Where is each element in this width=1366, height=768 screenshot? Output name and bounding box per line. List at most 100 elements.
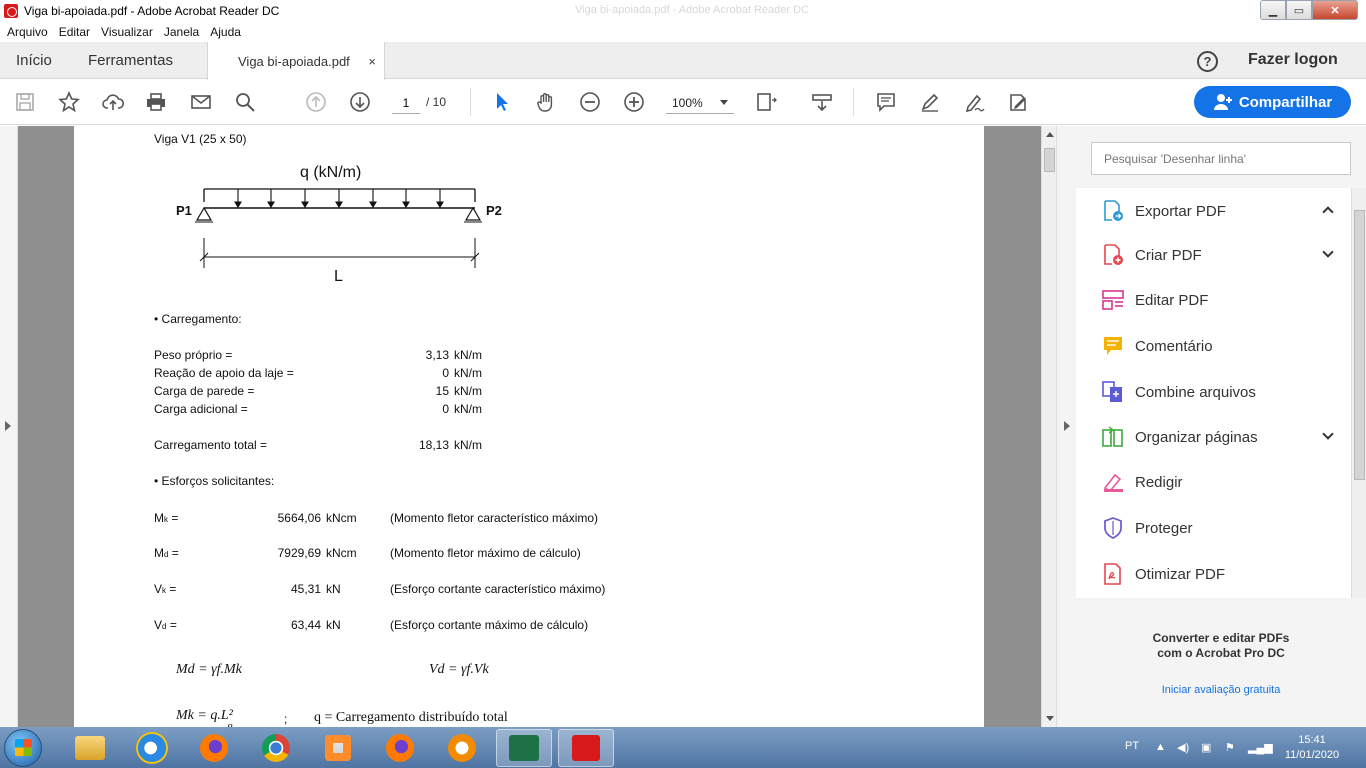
tool-label: Proteger [1135, 519, 1193, 537]
efforts-title: • Esforços solicitantes: [154, 474, 275, 488]
clock[interactable]: 15:41 11/01/2020 [1284, 733, 1340, 763]
excel-taskbar-icon[interactable] [496, 729, 552, 767]
search-zoom-icon[interactable] [233, 90, 257, 114]
minimize-button[interactable]: ▁ [1260, 0, 1286, 20]
tool-label: Organizar páginas [1135, 428, 1258, 446]
maximize-button[interactable]: ▭ [1286, 0, 1312, 20]
load-label: Carga de parede = [154, 384, 255, 398]
upload-cloud-icon[interactable] [101, 90, 125, 114]
effort-description: (Momento fletor característico máximo) [390, 511, 599, 525]
tool-edit-pdf[interactable]: Editar PDF [1102, 285, 1342, 315]
help-icon[interactable]: ? [1197, 51, 1218, 72]
edit-pdf-icon [1102, 290, 1124, 310]
menu-arquivo[interactable]: Arquivo [7, 25, 48, 39]
login-link[interactable]: Fazer logon [1248, 51, 1338, 69]
diagram-load-label: q (kN/m) [300, 164, 361, 181]
network-warning-icon[interactable]: ▣ [1201, 741, 1211, 754]
tab-document[interactable]: Viga bi-apoiada.pdf × [207, 42, 385, 80]
tool-redact[interactable]: Redigir [1102, 467, 1342, 497]
left-panel-toggle[interactable] [0, 126, 18, 727]
tool-protect[interactable]: Proteger [1102, 513, 1342, 543]
tab-home[interactable]: Início [16, 42, 52, 79]
tool-export-pdf[interactable]: Exportar PDF [1102, 196, 1342, 226]
media-player-taskbar-icon[interactable] [310, 729, 366, 767]
chrome-taskbar-icon[interactable] [248, 729, 304, 767]
sign-icon[interactable] [962, 90, 986, 114]
firefox-taskbar-icon[interactable] [186, 729, 242, 767]
chevron-up-icon[interactable] [1322, 206, 1334, 218]
avast-taskbar-icon[interactable] [434, 729, 490, 767]
load-unit: kN/m [454, 402, 482, 416]
protect-icon [1104, 517, 1122, 539]
scroll-down-icon[interactable] [1046, 716, 1054, 721]
tool-organize-pages[interactable]: Organizar páginas [1102, 422, 1342, 452]
chevron-down-icon[interactable] [1322, 246, 1334, 258]
effort-value: 63,44 [290, 618, 321, 632]
effort-value: 5664,06 [277, 511, 321, 525]
right-panel-toggle[interactable] [1056, 126, 1076, 727]
fill-sign-icon[interactable] [1006, 90, 1030, 114]
ie-taskbar-icon[interactable] [124, 729, 180, 767]
tool-label: Redigir [1135, 473, 1183, 491]
effort-unit: kN [326, 582, 341, 596]
tool-combine-files[interactable]: Combine arquivos [1102, 377, 1342, 407]
share-button[interactable]: Compartilhar [1194, 86, 1351, 118]
scrollbar-thumb[interactable] [1354, 210, 1365, 480]
menu-janela[interactable]: Janela [164, 25, 199, 39]
chevron-down-icon[interactable] [1322, 428, 1334, 440]
scroll-up-icon[interactable] [1046, 132, 1054, 137]
tab-tools[interactable]: Ferramentas [88, 42, 173, 79]
hand-tool-icon[interactable] [534, 90, 558, 114]
formula-vd: Vd = γf.Vk [429, 662, 489, 677]
zoom-in-icon[interactable] [622, 90, 646, 114]
volume-icon[interactable]: ◀) [1177, 741, 1189, 754]
save-icon[interactable] [13, 90, 37, 114]
tool-optimize-pdf[interactable]: Otimizar PDF [1102, 559, 1342, 589]
close-window-button[interactable]: ✕ [1312, 0, 1358, 20]
document-viewport[interactable]: Viga V1 (25 x 50) q (kN/m) P1 P2 L • Car… [18, 126, 1041, 727]
menu-visualizar[interactable]: Visualizar [101, 25, 153, 39]
tab-close-icon[interactable]: × [368, 54, 376, 69]
page-number-input[interactable] [392, 92, 420, 114]
tool-label: Otimizar PDF [1135, 565, 1225, 583]
menu-ajuda[interactable]: Ajuda [210, 25, 241, 39]
free-trial-link[interactable]: Iniciar avaliação gratuita [1076, 684, 1366, 696]
bookmark-star-icon[interactable] [57, 90, 81, 114]
tool-label: Comentário [1135, 337, 1213, 355]
comment-icon[interactable] [874, 90, 898, 114]
keyboard-language[interactable]: PT [1125, 740, 1139, 752]
previous-page-icon[interactable] [304, 90, 328, 114]
support-p1-label: P1 [176, 203, 192, 218]
beam-diagram: q (kN/m) P1 P2 L [176, 164, 502, 285]
select-cursor-icon[interactable] [490, 90, 514, 114]
start-button[interactable] [4, 729, 42, 767]
menu-editar[interactable]: Editar [59, 25, 90, 39]
firefox-taskbar-icon-2[interactable] [372, 729, 428, 767]
signal-bars-icon[interactable]: ▂▄▆ [1248, 741, 1273, 754]
tool-label: Criar PDF [1135, 246, 1202, 264]
tools-pane: Pesquisar 'Desenhar linha' Exportar PDF … [1076, 126, 1366, 727]
acrobat-taskbar-icon[interactable] [558, 729, 614, 767]
effort-value: 7929,69 [277, 546, 321, 560]
tools-scrollbar[interactable] [1351, 188, 1366, 598]
tool-comment[interactable]: Comentário [1102, 331, 1342, 361]
document-scrollbar[interactable] [1041, 126, 1056, 727]
email-icon[interactable] [189, 90, 213, 114]
formula-separator: ; [284, 712, 288, 726]
toolbar-divider [853, 88, 854, 116]
next-page-icon[interactable] [348, 90, 372, 114]
tool-create-pdf[interactable]: Criar PDF [1102, 240, 1342, 270]
zoom-out-icon[interactable] [578, 90, 602, 114]
export-pdf-icon [1104, 200, 1123, 221]
zoom-select[interactable]: 100% [666, 92, 734, 114]
explorer-taskbar-icon[interactable] [62, 729, 118, 767]
tools-search-input[interactable]: Pesquisar 'Desenhar linha' [1091, 142, 1351, 175]
action-center-flag-icon[interactable]: ⚑ [1225, 741, 1235, 754]
show-hidden-icons-icon[interactable]: ▲ [1155, 741, 1166, 753]
highlight-pen-icon[interactable] [918, 90, 942, 114]
create-pdf-icon [1104, 244, 1123, 265]
print-icon[interactable] [144, 90, 168, 114]
scroll-mode-icon[interactable] [810, 90, 834, 114]
scrollbar-thumb[interactable] [1044, 148, 1055, 172]
fit-page-icon[interactable] [754, 90, 778, 114]
